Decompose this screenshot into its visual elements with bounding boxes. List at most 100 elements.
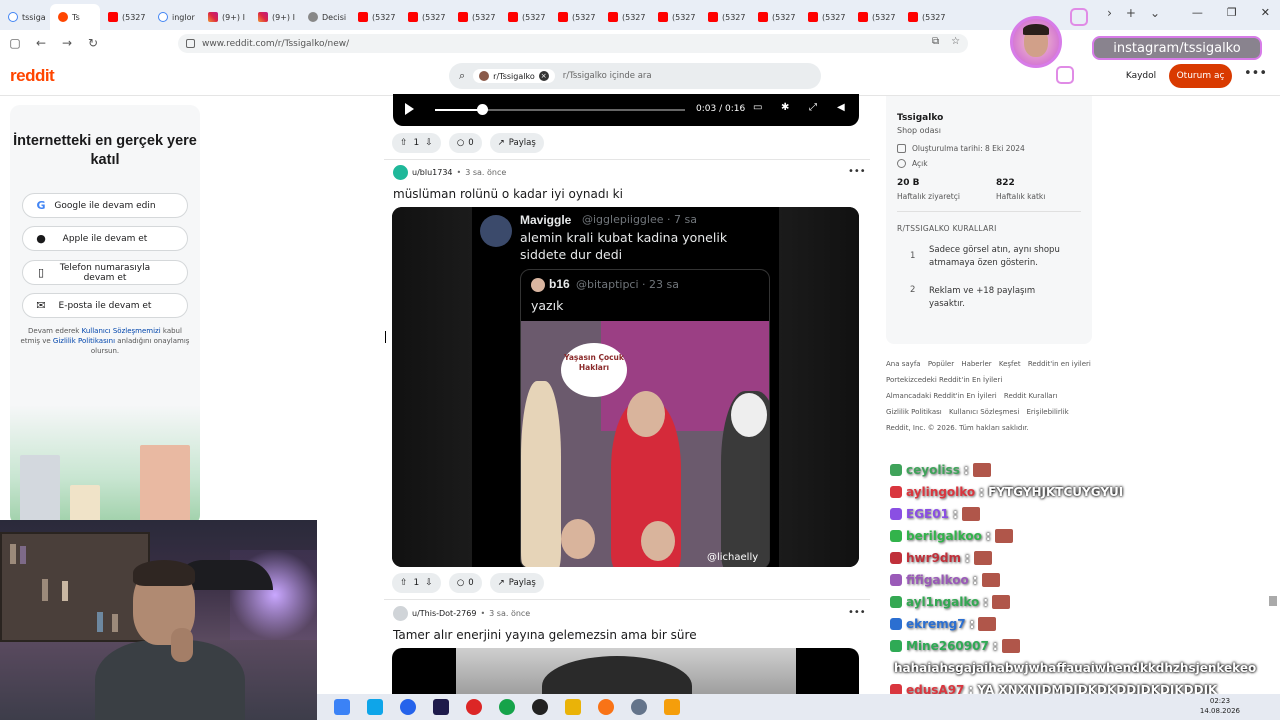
seek-knob[interactable] bbox=[476, 104, 488, 115]
privacy-policy-link[interactable]: Gizlilik Politikasını bbox=[53, 337, 115, 345]
chat-badge-icon bbox=[890, 640, 902, 652]
footer-link[interactable]: Haberler bbox=[961, 360, 991, 368]
browser-tab[interactable]: (5327 bbox=[450, 4, 500, 30]
reddit-footer: Ana sayfa Popüler Haberler Keşfet Reddit… bbox=[886, 356, 1096, 436]
comments-button[interactable]: ○ 0 bbox=[448, 573, 482, 593]
browser-tab[interactable]: (5327 bbox=[750, 4, 800, 30]
chat-badge-icon bbox=[890, 508, 902, 520]
rule-text[interactable]: Sadece görsel atın, aynı shopu atmamaya … bbox=[929, 244, 1069, 270]
share-button[interactable]: ↗ Paylaş bbox=[489, 133, 544, 153]
apple-signin-button[interactable]: ● Apple ile devam et bbox=[22, 226, 188, 251]
firefox-icon[interactable] bbox=[598, 699, 614, 715]
text-cursor-icon bbox=[385, 331, 391, 343]
visibility-row: Açık bbox=[897, 159, 928, 168]
page-scrollbar[interactable] bbox=[1269, 596, 1277, 606]
footer-link[interactable]: Keşfet bbox=[999, 360, 1021, 368]
volume-icon[interactable]: ◀ bbox=[837, 102, 845, 113]
browser-tab[interactable]: (9+) I bbox=[200, 4, 250, 30]
user-agreement-link[interactable]: Kullanıcı Sözleşmemizi bbox=[82, 327, 161, 335]
reload-icon[interactable]: ↻ bbox=[82, 36, 104, 50]
browser-tab[interactable]: (5327 bbox=[700, 4, 750, 30]
tab-label: (5327 bbox=[372, 12, 396, 22]
vlc-icon[interactable] bbox=[664, 699, 680, 715]
phone-signin-button[interactable]: ▯ Telefon numarasıyla devam et bbox=[22, 260, 188, 285]
footer-link[interactable]: Popüler bbox=[928, 360, 954, 368]
start-icon[interactable] bbox=[334, 699, 350, 715]
photo-face bbox=[627, 391, 665, 437]
browser-tab[interactable]: (9+) I bbox=[250, 4, 300, 30]
post-author[interactable]: u/blu1734 bbox=[412, 168, 453, 177]
downvote-icon[interactable]: ⇩ bbox=[425, 138, 433, 148]
post-options-icon[interactable]: ••• bbox=[848, 607, 866, 618]
settings-icon[interactable]: ✱ bbox=[781, 102, 789, 113]
post-author[interactable]: u/This-Dot-2769 bbox=[412, 609, 476, 618]
browser-tab[interactable]: (5327 bbox=[400, 4, 450, 30]
post-media[interactable] bbox=[392, 648, 859, 698]
post-video[interactable]: Maviggle @igglepiigglee · 7 sa alemin kr… bbox=[392, 207, 859, 567]
site-info-icon[interactable] bbox=[186, 39, 195, 48]
browser-tab[interactable]: (5327 bbox=[850, 4, 900, 30]
premiere-icon[interactable] bbox=[433, 699, 449, 715]
post-title[interactable]: Tamer alır enerjini yayına gelemezsin am… bbox=[393, 628, 697, 642]
app-icon[interactable] bbox=[400, 699, 416, 715]
app-icon[interactable] bbox=[367, 699, 383, 715]
chat-badge-icon bbox=[890, 574, 902, 586]
footer-link[interactable]: Kullanıcı Sözleşmesi bbox=[949, 408, 1019, 416]
user-avatar[interactable] bbox=[393, 164, 408, 180]
footer-link[interactable]: Portekizcedeki Reddit'in En İyileri bbox=[886, 376, 1002, 384]
reddit-logo[interactable]: reddit bbox=[10, 66, 55, 86]
footer-link[interactable]: Gizlilik Politikası bbox=[886, 408, 942, 416]
footer-link[interactable]: Reddit Kuralları bbox=[1004, 392, 1058, 400]
instagram-icon bbox=[258, 12, 268, 22]
browser-tab[interactable]: (5327 bbox=[100, 4, 150, 30]
footer-link[interactable]: Erişilebilirlik bbox=[1027, 408, 1069, 416]
opera-icon[interactable] bbox=[466, 699, 482, 715]
rule-text[interactable]: Reklam ve +18 paylaşım yasaktır. bbox=[929, 285, 1069, 311]
footer-link[interactable]: Ana sayfa bbox=[886, 360, 921, 368]
sidebar-toggle-icon[interactable]: ▢ bbox=[4, 36, 26, 50]
chat-text: hahaiahsgajaihabwjwhaffauaiwhendkkdhzhsj… bbox=[894, 661, 1257, 675]
forward-icon[interactable]: → bbox=[56, 36, 78, 50]
video-player[interactable]: 0:03 / 0:16 ▭ ✱ ⤢ ◀ bbox=[393, 94, 859, 126]
email-signin-button[interactable]: ✉ E-posta ile devam et bbox=[22, 293, 188, 318]
google-signin-button[interactable]: G Google ile devam edin bbox=[22, 193, 188, 218]
back-icon[interactable]: ← bbox=[30, 36, 52, 50]
post-title[interactable]: müslüman rolünü o kadar iyi oynadı ki bbox=[393, 187, 623, 201]
upvote-icon[interactable]: ⇧ bbox=[400, 578, 408, 588]
play-icon[interactable] bbox=[405, 103, 414, 115]
browser-tab[interactable]: Ts bbox=[50, 4, 100, 30]
search-scope-chip[interactable]: r/Tssigalko × bbox=[473, 69, 555, 83]
app-icon[interactable] bbox=[631, 699, 647, 715]
upvote-icon[interactable]: ⇧ bbox=[400, 138, 408, 148]
clear-scope-icon[interactable]: × bbox=[538, 71, 549, 81]
search-input[interactable]: ⌕ r/Tssigalko × r/Tssigalko içinde ara bbox=[449, 63, 821, 89]
browser-tab[interactable]: (5327 bbox=[350, 4, 400, 30]
post-options-icon[interactable]: ••• bbox=[848, 166, 866, 177]
user-avatar[interactable] bbox=[393, 605, 408, 621]
video-seek-bar[interactable] bbox=[435, 104, 685, 115]
fullscreen-icon[interactable]: ⤢ bbox=[809, 102, 817, 113]
url-field[interactable]: www.reddit.com/r/Tssigalko/new/ bbox=[178, 34, 968, 53]
system-clock[interactable]: 02:23 14.08.2026 bbox=[1200, 696, 1240, 716]
browser-tab[interactable]: inglor bbox=[150, 4, 200, 30]
browser-tab[interactable]: tssiga bbox=[0, 4, 50, 30]
footer-link[interactable]: Almancadaki Reddit'in En İyileri bbox=[886, 392, 997, 400]
browser-tab[interactable]: Decisi bbox=[300, 4, 350, 30]
captions-icon[interactable]: ▭ bbox=[753, 102, 762, 113]
browser-tab[interactable]: (5327 bbox=[800, 4, 850, 30]
comments-button[interactable]: ○ 0 bbox=[448, 133, 482, 153]
install-app-icon[interactable]: ⧉ bbox=[932, 36, 939, 47]
file-explorer-icon[interactable] bbox=[565, 699, 581, 715]
share-button[interactable]: ↗ Paylaş bbox=[489, 573, 544, 593]
browser-tab[interactable]: (5327 bbox=[600, 4, 650, 30]
downvote-icon[interactable]: ⇩ bbox=[425, 578, 433, 588]
browser-tab[interactable]: (5327 bbox=[650, 4, 700, 30]
tweet-handle: @igglepiigglee · 7 sa bbox=[582, 213, 697, 226]
footer-link[interactable]: Reddit'in en iyileri bbox=[1028, 360, 1091, 368]
obs-icon[interactable] bbox=[532, 699, 548, 715]
browser-tab[interactable]: (5327 bbox=[900, 4, 950, 30]
bookmark-star-icon[interactable]: ☆ bbox=[951, 36, 960, 47]
browser-tab[interactable]: (5327 bbox=[500, 4, 550, 30]
browser-tab[interactable]: (5327 bbox=[550, 4, 600, 30]
chrome-icon[interactable] bbox=[499, 699, 515, 715]
